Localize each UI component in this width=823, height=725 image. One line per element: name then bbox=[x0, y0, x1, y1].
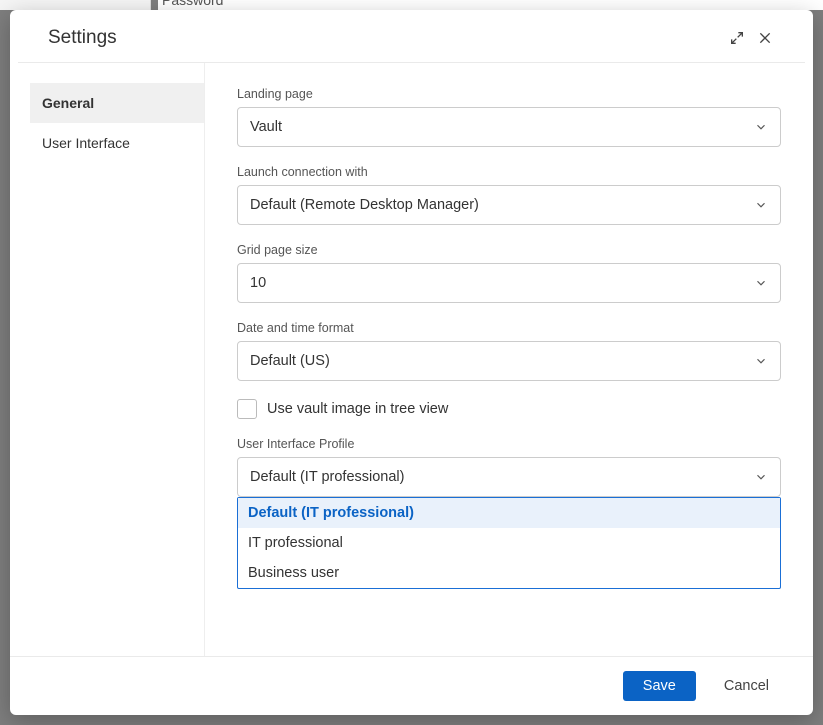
select-value: Default (Remote Desktop Manager) bbox=[250, 197, 754, 213]
checkbox-use-vault-image[interactable]: Use vault image in tree view bbox=[237, 399, 781, 419]
field-landing-page: Landing page Vault bbox=[237, 87, 781, 147]
expand-button[interactable] bbox=[723, 24, 751, 52]
checkbox-box[interactable] bbox=[237, 399, 257, 419]
field-grid-page-size: Grid page size 10 bbox=[237, 243, 781, 303]
save-button[interactable]: Save bbox=[623, 671, 696, 701]
modal-title: Settings bbox=[48, 27, 723, 49]
label-ui-profile: User Interface Profile bbox=[237, 437, 781, 451]
field-date-time-format: Date and time format Default (US) bbox=[237, 321, 781, 381]
background-password-label: Password bbox=[158, 0, 823, 10]
settings-content: Landing page Vault Launch connection wit… bbox=[205, 63, 813, 656]
dropdown-option-it-professional[interactable]: IT professional bbox=[238, 528, 780, 558]
sidebar-item-general[interactable]: General bbox=[30, 83, 204, 123]
select-value: Vault bbox=[250, 119, 754, 135]
dropdown-option-default-it-professional[interactable]: Default (IT professional) bbox=[238, 498, 780, 528]
select-launch-connection[interactable]: Default (Remote Desktop Manager) bbox=[237, 185, 781, 225]
background-sidebar bbox=[0, 0, 151, 10]
label-date-time-format: Date and time format bbox=[237, 321, 781, 335]
chevron-down-icon bbox=[754, 198, 768, 212]
label-landing-page: Landing page bbox=[237, 87, 781, 101]
sidebar-item-user-interface[interactable]: User Interface bbox=[30, 123, 204, 163]
dropdown-ui-profile: Default (IT professional) IT professiona… bbox=[237, 497, 781, 589]
dropdown-option-business-user[interactable]: Business user bbox=[238, 558, 780, 588]
modal-body: General User Interface Landing page Vaul… bbox=[10, 63, 813, 656]
cancel-button[interactable]: Cancel bbox=[704, 671, 789, 701]
select-landing-page[interactable]: Vault bbox=[237, 107, 781, 147]
settings-modal: Settings General User Interface Landing … bbox=[10, 10, 813, 715]
expand-icon bbox=[729, 30, 745, 46]
close-icon bbox=[757, 30, 773, 46]
field-ui-profile: User Interface Profile Default (IT profe… bbox=[237, 437, 781, 497]
chevron-down-icon bbox=[754, 120, 768, 134]
select-grid-page-size[interactable]: 10 bbox=[237, 263, 781, 303]
checkbox-label: Use vault image in tree view bbox=[267, 401, 448, 417]
select-ui-profile[interactable]: Default (IT professional) bbox=[237, 457, 781, 497]
select-value: 10 bbox=[250, 275, 754, 291]
label-launch-connection: Launch connection with bbox=[237, 165, 781, 179]
select-value: Default (US) bbox=[250, 353, 754, 369]
settings-sidebar: General User Interface bbox=[10, 63, 205, 656]
modal-header: Settings bbox=[18, 10, 805, 63]
chevron-down-icon bbox=[754, 276, 768, 290]
modal-footer: Save Cancel bbox=[10, 656, 813, 715]
chevron-down-icon bbox=[754, 354, 768, 368]
label-grid-page-size: Grid page size bbox=[237, 243, 781, 257]
select-value: Default (IT professional) bbox=[250, 469, 754, 485]
close-button[interactable] bbox=[751, 24, 779, 52]
select-date-time-format[interactable]: Default (US) bbox=[237, 341, 781, 381]
field-launch-connection: Launch connection with Default (Remote D… bbox=[237, 165, 781, 225]
chevron-down-icon bbox=[754, 470, 768, 484]
